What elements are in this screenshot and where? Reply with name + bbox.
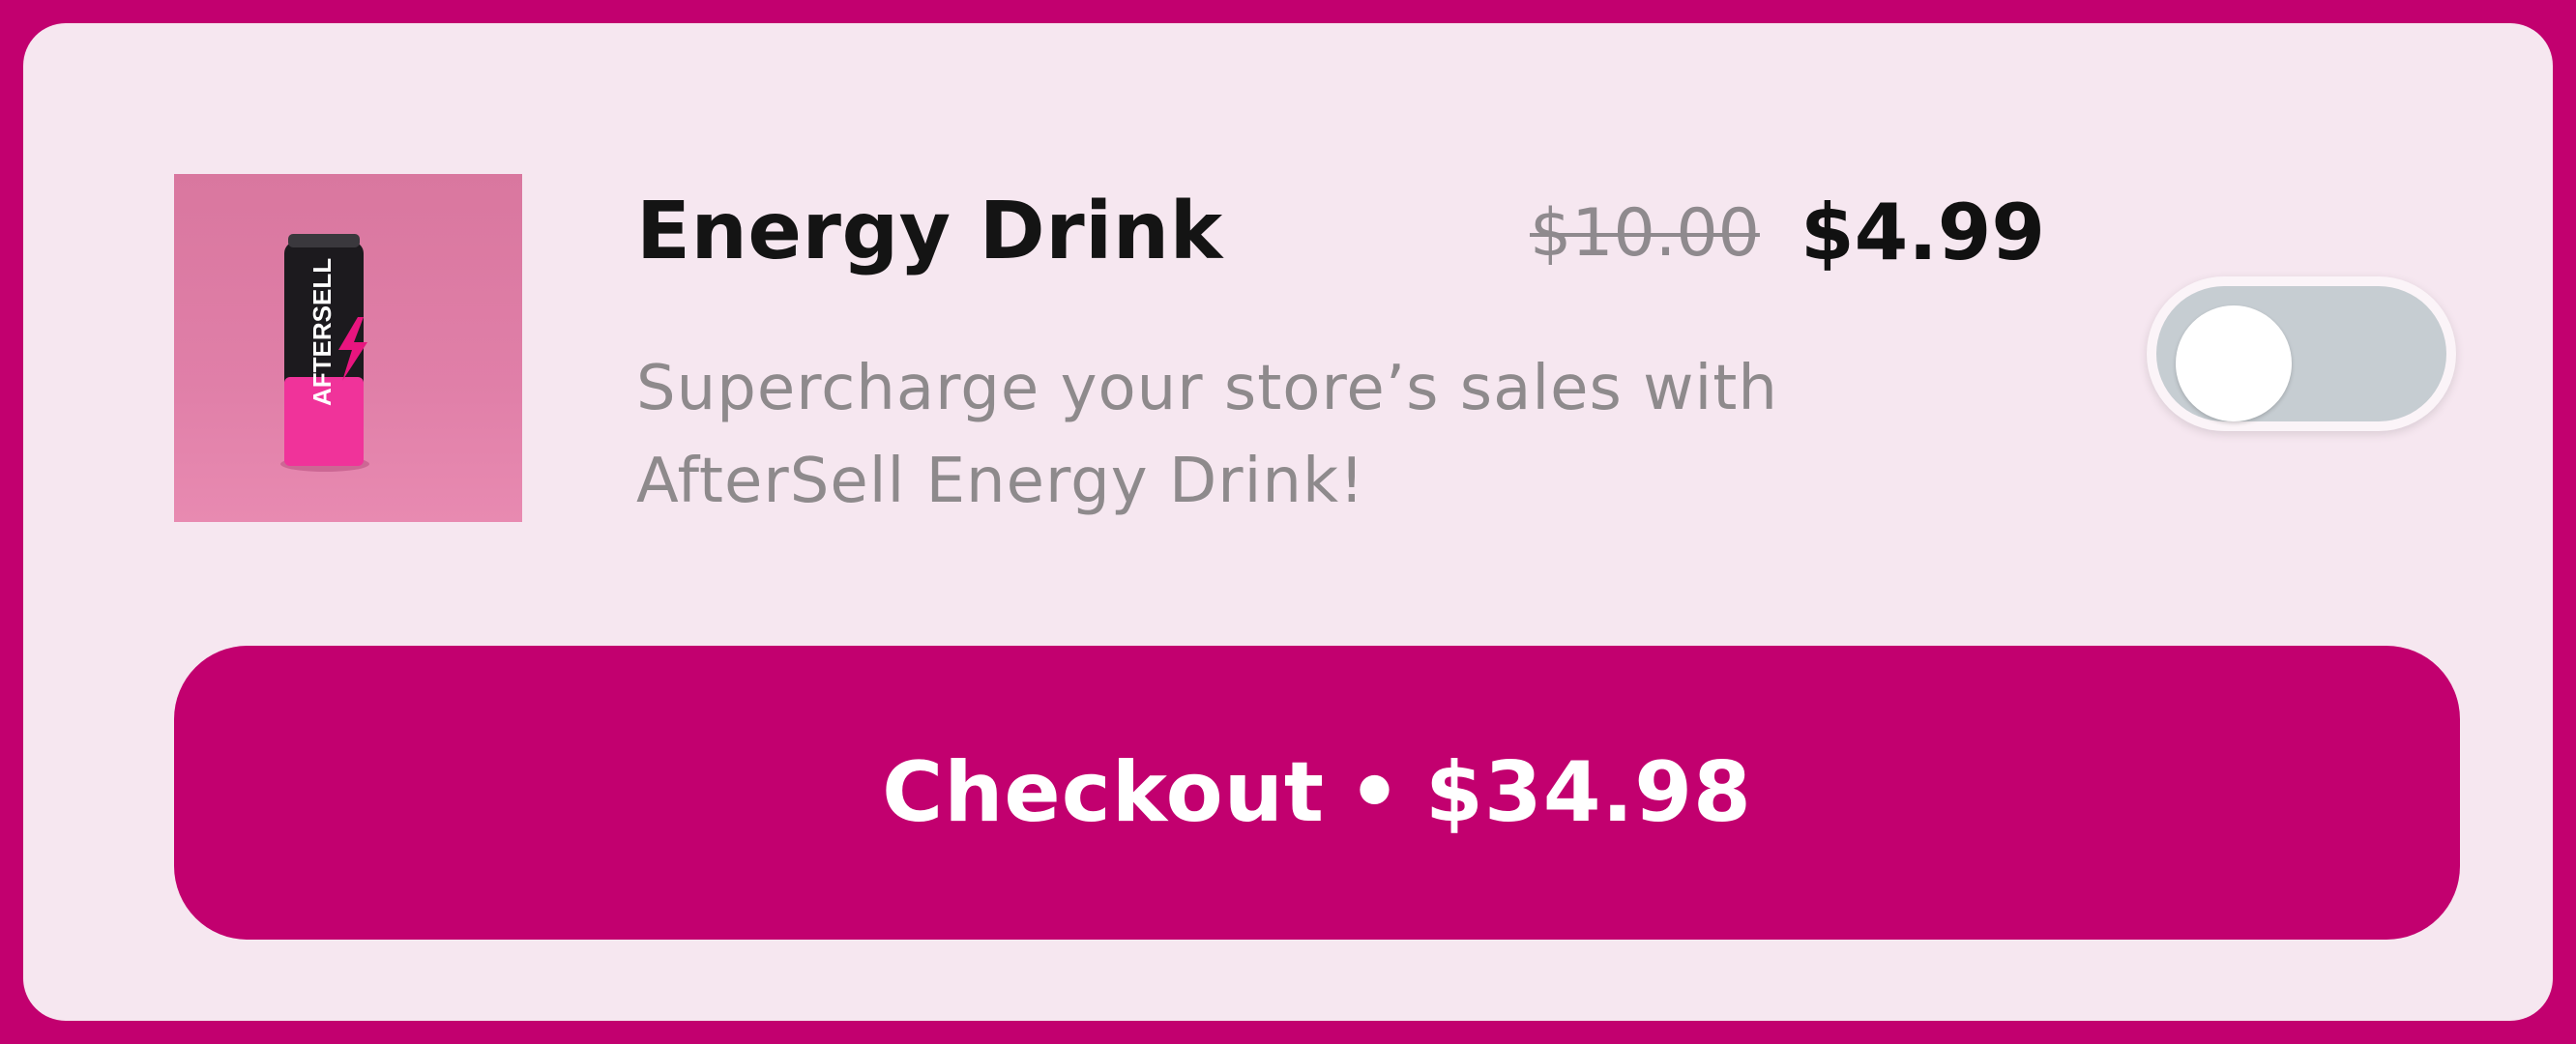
product-description: Supercharge your store’s sales with Afte… [636,353,1778,517]
checkout-separator: • [1348,744,1403,841]
product-title: Energy Drink [636,186,1223,277]
can-brand-text: AFTERSELL [307,258,337,406]
original-price: $10.00 [1530,195,1760,272]
product-image: AFTERSELL [174,174,522,522]
upsell-card: AFTERSELL Energy Drink $10.00 $4.99 Supe… [23,23,2553,1021]
sale-price: $4.99 [1800,188,2046,277]
energy-drink-can-image: AFTERSELL [280,234,369,472]
checkout-total: $34.98 [1425,744,1752,841]
checkout-button[interactable]: Checkout • $34.98 [174,646,2460,940]
add-upsell-toggle[interactable] [2147,276,2456,431]
checkout-label: Checkout [882,744,1326,841]
toggle-track [2156,286,2446,421]
toggle-knob [2176,305,2292,421]
